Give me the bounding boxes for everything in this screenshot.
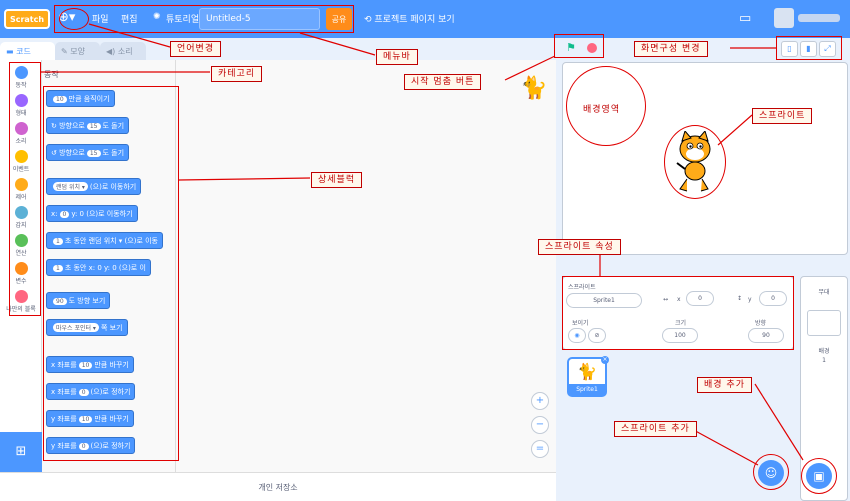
tab-code[interactable]: ▬ 코드	[0, 42, 55, 62]
project-page-label: 프로젝트 페이지 보기	[374, 15, 455, 25]
sprite-thumb-cat-icon: 🐈	[577, 362, 597, 381]
backdrop-label: 배경	[818, 348, 830, 355]
sprite-props-highlight	[562, 276, 794, 350]
tab-code-label: 코드	[16, 47, 31, 56]
tab-sound-label: 소리	[117, 47, 133, 56]
folder-icon[interactable]: ▭	[739, 11, 751, 26]
add-sprite-annotation: 스프라이트 추가	[614, 421, 697, 437]
sprite-thumb-label: Sprite1	[569, 384, 605, 395]
tab-costume[interactable]: ✎ 모양	[55, 42, 100, 62]
project-page-button[interactable]: ⟲ 프로젝트 페이지 보기	[364, 12, 455, 25]
start-stop-highlight	[554, 34, 604, 58]
menubar-annotation: 메뉴바	[376, 49, 418, 65]
language-annotation: 언어변경	[170, 41, 222, 57]
zoom-in-icon[interactable]: +	[531, 392, 549, 410]
menubar-highlight	[54, 5, 354, 33]
username[interactable]	[798, 14, 840, 22]
blocks-highlight	[43, 86, 179, 461]
add-backdrop-annotation: 배경 추가	[697, 377, 752, 393]
sprite-props-annotation: 스프라이트 속성	[538, 239, 621, 255]
backdrop-thumbnail[interactable]	[807, 310, 841, 336]
tab-sound[interactable]: ◀) 소리	[100, 42, 146, 62]
sprite-annotation: 스프라이트	[752, 108, 813, 124]
backpack[interactable]: 개인 저장소	[0, 472, 556, 501]
avatar[interactable]	[774, 8, 794, 28]
stage-panel-title: 무대	[818, 289, 830, 296]
sprite-circle	[664, 125, 726, 199]
palette-title: 동작	[44, 70, 59, 79]
delete-sprite-icon[interactable]: ×	[601, 356, 609, 364]
blocks-annotation: 상세블럭	[311, 172, 363, 188]
zoom-reset-icon[interactable]: =	[531, 440, 549, 458]
backdrop-count: 1	[822, 357, 826, 364]
add-backdrop-circle	[801, 458, 837, 494]
sprite-peek-icon: 🐈	[520, 76, 548, 101]
add-extension-button[interactable]: ⊞	[0, 432, 42, 472]
tab-costume-label: 모양	[70, 47, 85, 56]
sprite-thumbnail[interactable]: 🐈 Sprite1	[567, 357, 607, 397]
zoom-out-icon[interactable]: −	[531, 416, 549, 434]
code-workspace[interactable]: 🐈 + − =	[176, 60, 556, 472]
layout-highlight	[776, 36, 842, 60]
stage-area-annotation: 배경영역	[583, 105, 621, 115]
add-sprite-circle	[753, 454, 789, 490]
category-highlight	[9, 62, 41, 316]
category-annotation: 카테고리	[211, 66, 263, 82]
scratch-logo[interactable]: Scratch	[4, 9, 50, 29]
start-stop-annotation: 시작 멈춤 버튼	[404, 74, 482, 90]
layout-annotation: 화면구성 변경	[634, 41, 708, 57]
